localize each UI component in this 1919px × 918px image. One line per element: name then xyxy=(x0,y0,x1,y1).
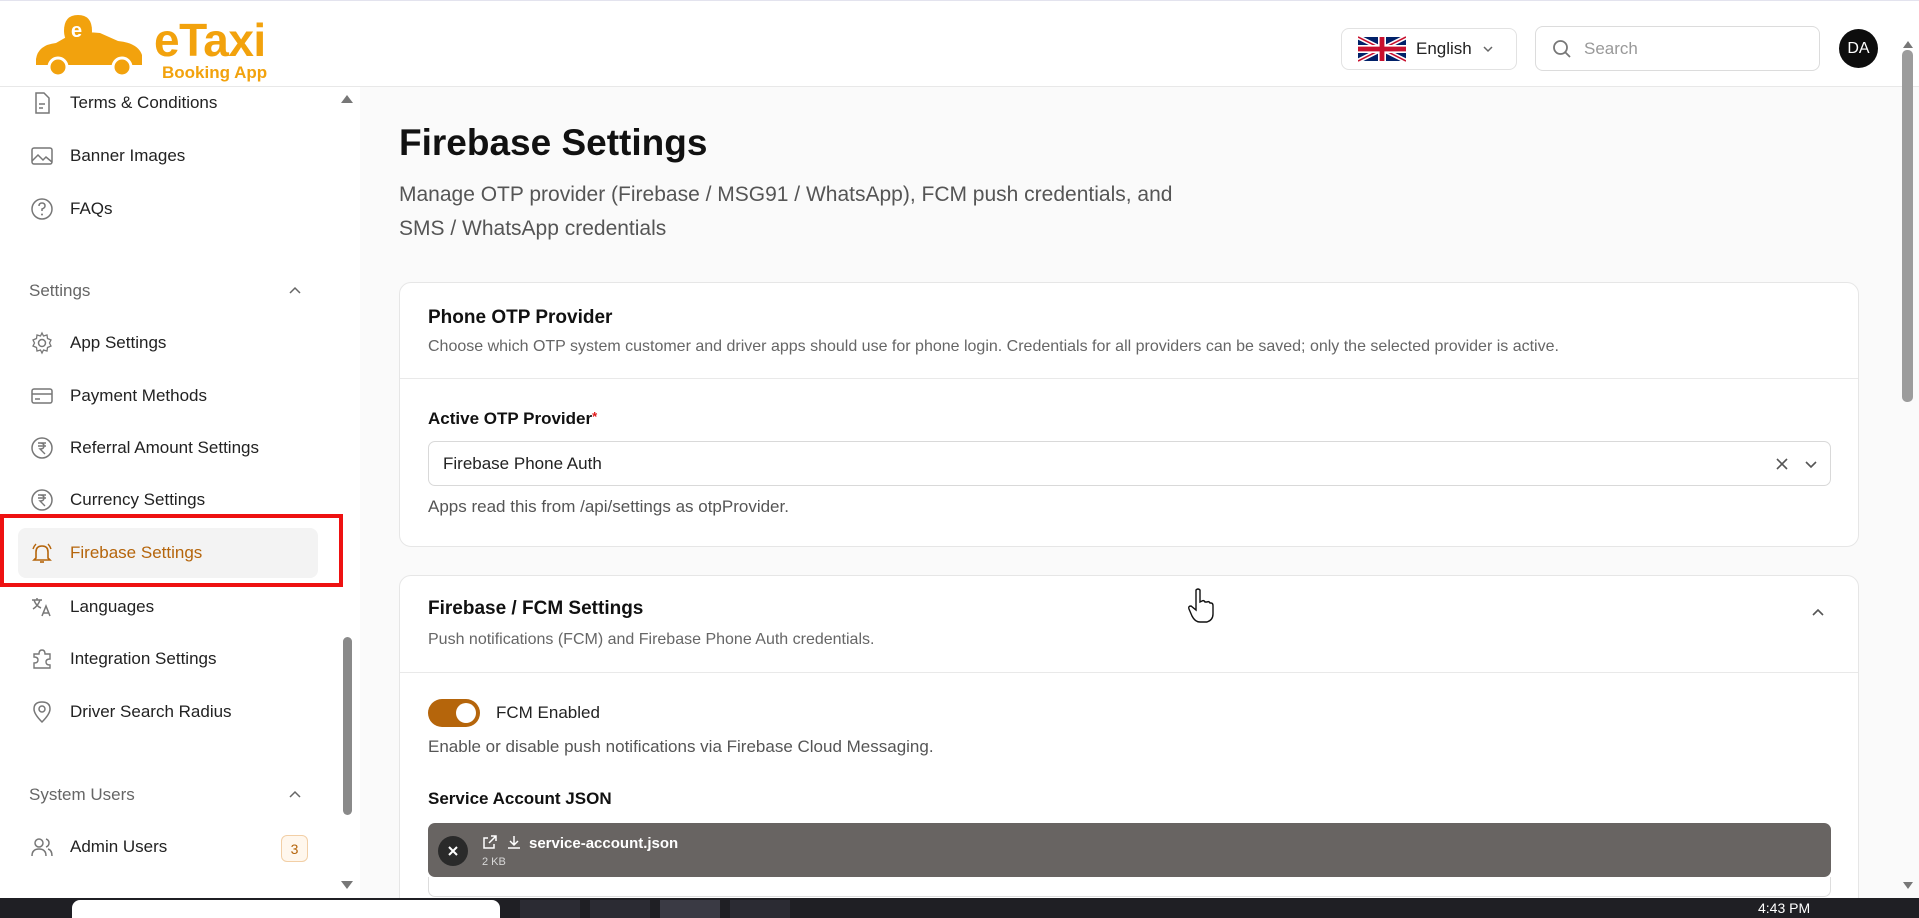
service-account-json-label: Service Account JSON xyxy=(428,789,612,808)
page-title: Firebase Settings xyxy=(399,122,708,163)
sidebar-item-banner-images[interactable]: Banner Images xyxy=(18,131,318,181)
sidebar-scroll-up-arrow[interactable] xyxy=(340,92,354,104)
taskbar-clock: 4:43 PM xyxy=(1758,900,1811,916)
settings-section-label[interactable]: Settings xyxy=(29,281,90,301)
sidebar-item-label: Banner Images xyxy=(70,146,186,165)
svg-text:e: e xyxy=(71,20,82,42)
card-icon xyxy=(31,388,53,404)
sidebar-scroll-down-arrow[interactable] xyxy=(340,880,354,892)
sidebar-scrollbar-thumb[interactable] xyxy=(343,637,352,815)
search-input[interactable]: Search xyxy=(1535,26,1820,71)
language-label: English xyxy=(1416,39,1472,58)
sidebar-item-label: Languages xyxy=(70,597,155,616)
selected-value: Firebase Phone Auth xyxy=(443,453,602,473)
brand-logo[interactable]: e eTaxi Booking App xyxy=(30,11,290,83)
sidebar-item-integration-settings[interactable]: Integration Settings xyxy=(18,634,318,684)
selection-highlight xyxy=(0,514,343,587)
system-users-section-label[interactable]: System Users xyxy=(29,785,135,805)
fcm-enabled-hint: Enable or disable push notifications via… xyxy=(428,737,934,756)
rupee-icon xyxy=(31,437,53,459)
sidebar-item-label: FAQs xyxy=(70,199,113,218)
sidebar-item-label: Currency Settings xyxy=(70,490,206,509)
hand-cursor-icon xyxy=(1188,588,1214,623)
toggle-knob xyxy=(456,703,476,723)
fcm-card-description: Push notifications (FCM) and Firebase Ph… xyxy=(428,631,875,648)
taskbar-search-box[interactable] xyxy=(72,900,500,918)
gear-icon xyxy=(32,331,52,355)
chevron-down-icon xyxy=(1483,46,1493,53)
fcm-enabled-toggle[interactable] xyxy=(428,699,480,727)
search-icon xyxy=(1553,39,1571,58)
sidebar-item-label: Terms & Conditions xyxy=(70,93,218,112)
sidebar-item-label: Driver Search Radius xyxy=(70,702,232,721)
puzzle-icon xyxy=(33,649,51,669)
taskbar-app-icon[interactable] xyxy=(590,900,650,918)
card-divider xyxy=(400,378,1858,379)
close-icon xyxy=(448,846,458,856)
external-link-icon[interactable] xyxy=(482,834,498,850)
file-upload-area[interactable] xyxy=(428,877,1831,897)
chevron-down-icon[interactable] xyxy=(1804,457,1818,471)
otp-provider-select[interactable]: Firebase Phone Auth xyxy=(428,441,1831,486)
file-name: service-account.json xyxy=(529,835,679,852)
brand-name: eTaxi xyxy=(154,14,266,66)
sidebar-item-label: Integration Settings xyxy=(70,649,217,668)
page-subtitle: Manage OTP provider (Firebase / MSG91 / … xyxy=(399,183,1173,240)
translate-icon xyxy=(32,598,51,617)
field-label-text: Active OTP Provider xyxy=(428,409,593,428)
os-taskbar: 4:43 PM xyxy=(0,898,1919,918)
file-size: 2 KB xyxy=(482,856,506,868)
sidebar-item-referral-amount[interactable]: Referral Amount Settings xyxy=(18,423,318,473)
required-asterisk: * xyxy=(592,409,598,424)
search-placeholder: Search xyxy=(1584,38,1638,58)
top-header: e eTaxi Booking App English Search DA xyxy=(0,0,1919,87)
otp-provider-hint: Apps read this from /api/settings as otp… xyxy=(428,497,789,516)
user-avatar[interactable]: DA xyxy=(1839,29,1878,68)
taskbar-app-icon[interactable] xyxy=(660,900,720,918)
rupee-icon xyxy=(31,489,53,511)
active-otp-provider-label: Active OTP Provider* xyxy=(428,409,597,429)
main-scroll-down-arrow[interactable] xyxy=(1902,880,1914,892)
sidebar-item-label: Payment Methods xyxy=(70,386,208,405)
fcm-settings-card: Firebase / FCM Settings Push notificatio… xyxy=(399,575,1859,918)
users-icon xyxy=(31,838,53,857)
uploaded-file-item: service-account.json 2 KB xyxy=(428,823,1831,877)
location-icon xyxy=(33,701,51,724)
sidebar-item-languages[interactable]: Languages xyxy=(18,582,318,632)
uk-flag-icon xyxy=(1358,36,1406,62)
sidebar-item-label: Referral Amount Settings xyxy=(70,438,259,457)
fcm-card-title: Firebase / FCM Settings xyxy=(428,598,644,619)
sidebar-item-label: App Settings xyxy=(70,333,167,352)
language-selector[interactable]: English xyxy=(1341,28,1517,70)
taskbar-app-icon[interactable] xyxy=(730,900,790,918)
main-scroll-up-arrow[interactable] xyxy=(1902,38,1914,50)
main-scrollbar-thumb[interactable] xyxy=(1902,50,1913,402)
sidebar-item-driver-search-radius[interactable]: Driver Search Radius xyxy=(18,687,318,737)
admin-users-count-badge: 3 xyxy=(281,835,308,862)
taskbar-app-icon[interactable] xyxy=(520,900,580,918)
image-icon xyxy=(31,147,53,165)
chevron-up-icon[interactable] xyxy=(288,787,302,801)
taxi-logo-icon: e xyxy=(36,15,142,78)
question-icon xyxy=(31,198,53,220)
sidebar-item-admin-users[interactable]: Admin Users xyxy=(18,822,318,872)
otp-provider-card: Phone OTP Provider Choose which OTP syst… xyxy=(399,282,1859,547)
otp-card-title: Phone OTP Provider xyxy=(428,307,613,328)
document-icon xyxy=(35,92,50,114)
clear-icon[interactable] xyxy=(1774,456,1790,472)
sidebar-item-faqs[interactable]: FAQs xyxy=(18,184,318,234)
sidebar-item-payment-methods[interactable]: Payment Methods xyxy=(18,371,318,421)
chevron-up-icon[interactable] xyxy=(1810,604,1826,620)
chevron-up-icon[interactable] xyxy=(288,283,302,297)
sidebar-item-terms[interactable]: Terms & Conditions xyxy=(18,78,318,128)
card-divider xyxy=(400,672,1858,673)
otp-card-description: Choose which OTP system customer and dri… xyxy=(428,338,1559,355)
download-icon[interactable] xyxy=(506,834,522,850)
sidebar-item-app-settings[interactable]: App Settings xyxy=(18,318,318,368)
remove-file-button[interactable] xyxy=(438,836,468,866)
fcm-enabled-label: FCM Enabled xyxy=(496,703,600,722)
sidebar-item-label: Admin Users xyxy=(70,837,168,856)
